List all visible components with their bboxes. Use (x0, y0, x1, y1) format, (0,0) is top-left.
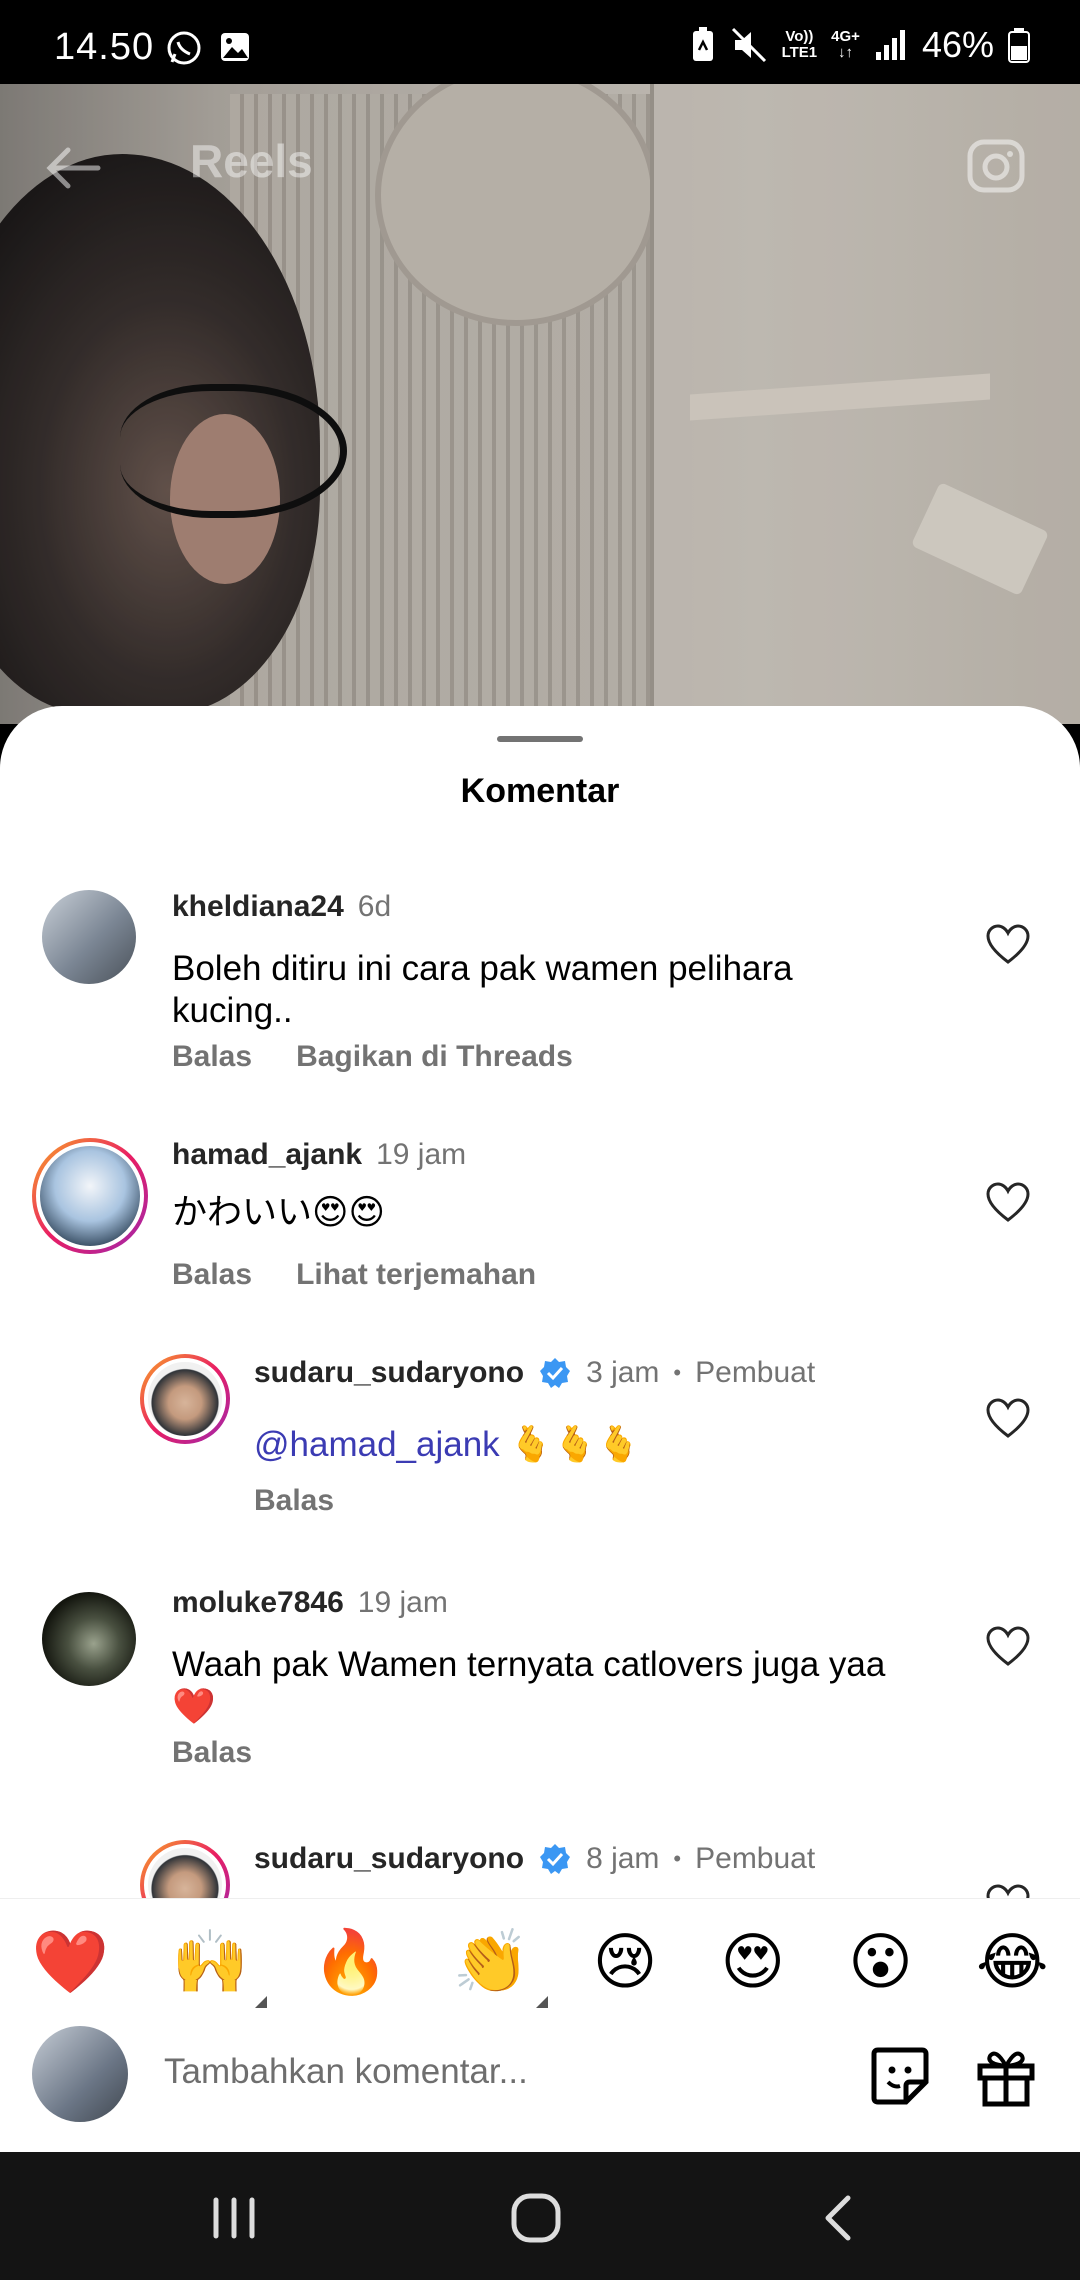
comment-username[interactable]: sudaru_sudaryono (254, 1842, 524, 1876)
comment-username[interactable]: hamad_ajank (172, 1138, 362, 1172)
emoji-raised-hands[interactable]: 🙌 (172, 1932, 268, 2008)
sheet-title: Komentar (460, 772, 620, 810)
emoji-crying[interactable]: 😢 (593, 1932, 658, 1994)
system-nav-bar (0, 2152, 1080, 2280)
network-type-indicator: 4G+ ↓↑ (831, 28, 860, 61)
sticker-icon[interactable] (868, 2044, 932, 2108)
user-avatar (32, 2026, 128, 2122)
avatar[interactable] (42, 890, 136, 984)
verified-badge-icon (540, 1358, 571, 1388)
camera-icon[interactable] (964, 132, 1028, 196)
gallery-icon (221, 33, 249, 61)
mention-link[interactable]: @hamad_ajank (254, 1425, 500, 1464)
heart-icon[interactable] (986, 1398, 1030, 1440)
battery-percent: 46% (921, 24, 994, 65)
battery-icon (1008, 28, 1030, 63)
sheet-drag-handle[interactable] (497, 736, 583, 742)
creator-badge: Pembuat (695, 1356, 816, 1389)
comment-text: 🫰🫰🫰 (499, 1425, 641, 1464)
reel-video[interactable]: Reels (0, 84, 1080, 724)
comment-list[interactable]: kheldiana24 6d Boleh ditiru ini cara pak… (0, 856, 1080, 1902)
gift-icon[interactable] (974, 2044, 1038, 2108)
heart-icon[interactable] (986, 1626, 1030, 1668)
emoji-quick-bar: ❤️ 🙌 🔥 👏 😢 😍 😮 😂 (0, 1898, 1080, 2027)
mute-icon (731, 27, 766, 63)
reply-button[interactable]: Balas (254, 1484, 334, 1518)
comment-time: 6d (357, 890, 392, 923)
reply-button[interactable]: Balas (172, 1040, 252, 1074)
avatar[interactable] (32, 1138, 148, 1254)
comment-username[interactable]: kheldiana24 (172, 890, 344, 924)
comment-time: 19 jam (357, 1586, 448, 1619)
avatar[interactable] (140, 1354, 230, 1444)
comment-composer: Tambahkan komentar... (0, 2026, 1080, 2152)
comment-text: かわいい😍😍 (172, 1193, 385, 1232)
avatar[interactable] (42, 1592, 136, 1686)
see-translation-button[interactable]: Lihat terjemahan (296, 1258, 536, 1292)
share-threads-button[interactable]: Bagikan di Threads (296, 1040, 573, 1074)
heart-icon[interactable] (986, 1182, 1030, 1224)
emoji-heart[interactable]: ❤️ (32, 1932, 109, 1994)
emoji-fire[interactable]: 🔥 (312, 1932, 389, 1994)
avatar[interactable] (140, 1840, 230, 1902)
verified-badge-icon (540, 1844, 571, 1874)
heart-icon[interactable] (986, 924, 1030, 966)
emoji-heart-eyes[interactable]: 😍 (720, 1932, 785, 1994)
back-icon[interactable] (812, 2190, 868, 2246)
whatsapp-icon (167, 31, 201, 65)
emoji-laughing[interactable]: 😂 (976, 1932, 1048, 1994)
comment-username[interactable]: sudaru_sudaryono (254, 1356, 524, 1390)
comment-username[interactable]: moluke7846 (172, 1586, 344, 1620)
signal-icon (875, 30, 905, 60)
status-bar: 14.50 Vo)) LTE1 4G+ ↓↑ 46% (0, 0, 1080, 84)
reply-button[interactable]: Balas (172, 1258, 252, 1292)
comment-time: 8 jam (586, 1842, 660, 1875)
home-icon[interactable] (508, 2190, 564, 2246)
comment-time: 19 jam (376, 1138, 467, 1171)
back-arrow-icon[interactable] (40, 136, 104, 200)
comment-text: Waah pak Wamen ternyata catlovers juga y… (172, 1645, 886, 1726)
reply-button[interactable]: Balas (172, 1736, 252, 1770)
battery-saver-icon (692, 27, 713, 61)
status-time: 14.50 (54, 26, 155, 68)
volte-indicator: Vo)) LTE1 (781, 28, 818, 61)
reels-title: Reels (190, 135, 313, 187)
comment-input[interactable]: Tambahkan komentar... (164, 2052, 528, 2092)
creator-badge: Pembuat (695, 1842, 816, 1875)
comment-time: 3 jam (586, 1356, 660, 1389)
recent-apps-icon[interactable] (206, 2190, 262, 2246)
comment-text: Boleh ditiru ini cara pak wamen pelihara… (172, 949, 793, 1030)
emoji-surprised[interactable]: 😮 (848, 1932, 913, 1994)
emoji-clapping[interactable]: 👏 (452, 1932, 548, 2008)
